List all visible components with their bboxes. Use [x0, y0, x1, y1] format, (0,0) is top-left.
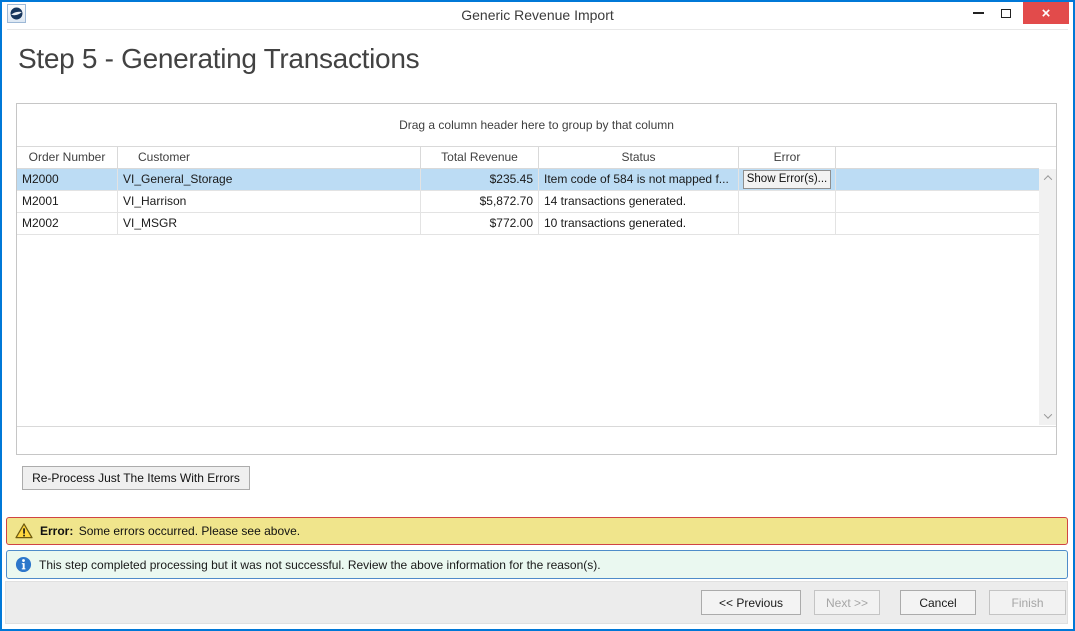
cell-customer: VI_General_Storage — [118, 169, 421, 191]
window-title: Generic Revenue Import — [2, 2, 1073, 28]
cell-total-revenue: $772.00 — [421, 213, 539, 235]
cell-filler — [836, 213, 1039, 235]
previous-button[interactable]: << Previous — [701, 590, 801, 615]
cell-total-revenue: $235.45 — [421, 169, 539, 191]
column-header-total-revenue[interactable]: Total Revenue — [421, 147, 539, 169]
info-icon — [15, 556, 32, 573]
info-message-text: This step completed processing but it wa… — [39, 558, 601, 572]
grid-header-row: Order Number Customer Total Revenue Stat… — [17, 147, 1039, 169]
cell-error — [739, 191, 836, 213]
grid-table: Order Number Customer Total Revenue Stat… — [17, 147, 1039, 235]
column-header-filler — [836, 147, 1039, 169]
cell-error — [739, 213, 836, 235]
minimize-button[interactable] — [964, 2, 992, 24]
close-icon: × — [1042, 5, 1051, 22]
cell-status: 14 transactions generated. — [539, 191, 739, 213]
transactions-grid: Drag a column header here to group by th… — [16, 103, 1057, 455]
cancel-button[interactable]: Cancel — [900, 590, 976, 615]
reprocess-errors-button[interactable]: Re-Process Just The Items With Errors — [22, 466, 250, 490]
cell-customer: VI_Harrison — [118, 191, 421, 213]
maximize-icon — [1001, 9, 1011, 18]
error-message-bar: Error: Some errors occurred. Please see … — [6, 517, 1068, 545]
column-header-error[interactable]: Error — [739, 147, 836, 169]
column-header-status[interactable]: Status — [539, 147, 739, 169]
close-button[interactable]: × — [1023, 2, 1069, 24]
grid-footer-separator — [17, 426, 1056, 427]
maximize-button[interactable] — [992, 2, 1020, 24]
finish-button[interactable]: Finish — [989, 590, 1066, 615]
cell-status: 10 transactions generated. — [539, 213, 739, 235]
titlebar-separator — [7, 29, 1068, 30]
vertical-scrollbar[interactable] — [1039, 169, 1056, 425]
error-message-text: Error: Some errors occurred. Please see … — [40, 524, 300, 538]
column-header-customer[interactable]: Customer — [118, 147, 421, 169]
cell-total-revenue: $5,872.70 — [421, 191, 539, 213]
table-row[interactable]: M2000 VI_General_Storage $235.45 Item co… — [17, 169, 1039, 191]
error-label: Error: — [40, 524, 73, 538]
table-row[interactable]: M2002 VI_MSGR $772.00 10 transactions ge… — [17, 213, 1039, 235]
scroll-up-button[interactable] — [1039, 170, 1056, 186]
cell-error: Show Error(s)... — [739, 169, 836, 191]
cell-filler — [836, 169, 1039, 191]
minimize-icon — [973, 12, 984, 14]
title-bar: Generic Revenue Import × — [2, 2, 1073, 28]
cell-order-number: M2000 — [17, 169, 118, 191]
show-errors-button[interactable]: Show Error(s)... — [743, 170, 831, 189]
cell-status: Item code of 584 is not mapped f... — [539, 169, 739, 191]
table-row[interactable]: M2001 VI_Harrison $5,872.70 14 transacti… — [17, 191, 1039, 213]
warning-icon — [15, 523, 33, 539]
chevron-up-icon — [1043, 175, 1051, 183]
info-message-bar: This step completed processing but it wa… — [6, 550, 1068, 579]
cell-order-number: M2001 — [17, 191, 118, 213]
footer-bar: << Previous Next >> Cancel Finish — [5, 581, 1068, 624]
next-button[interactable]: Next >> — [814, 590, 880, 615]
cell-filler — [836, 191, 1039, 213]
cell-customer: VI_MSGR — [118, 213, 421, 235]
column-header-order-number[interactable]: Order Number — [17, 147, 118, 169]
group-by-drop-area: Drag a column header here to group by th… — [17, 104, 1056, 147]
scroll-down-button[interactable] — [1039, 408, 1056, 424]
chevron-down-icon — [1043, 410, 1051, 418]
generic-revenue-import-window: Generic Revenue Import × Step 5 - Genera… — [0, 0, 1075, 631]
page-title: Step 5 - Generating Transactions — [18, 40, 419, 78]
cell-order-number: M2002 — [17, 213, 118, 235]
